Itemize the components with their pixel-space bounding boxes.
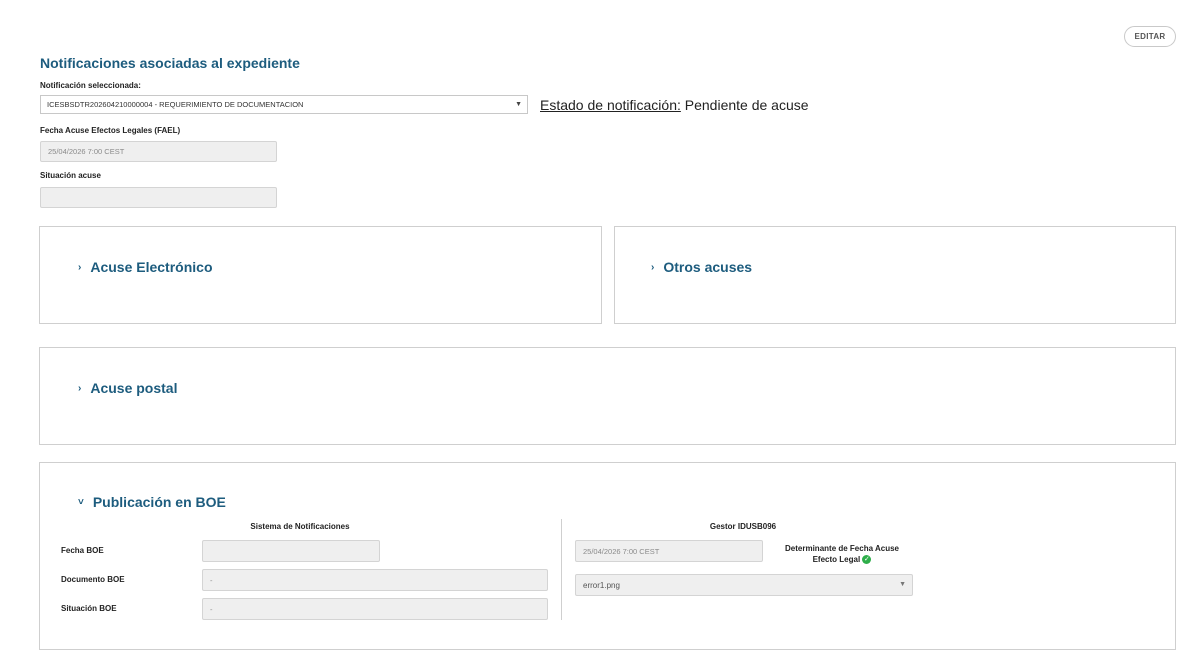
boe-toggle[interactable]: ˅ Publicación en BOE (78, 494, 226, 510)
fael-field: 25/04/2026 7:00 CEST (40, 141, 277, 162)
caret-down-icon: ▼ (899, 581, 906, 588)
otros-acuses-title: Otros acuses (663, 259, 753, 275)
check-circle-icon: ✓ (862, 555, 872, 565)
page-title: Notificaciones asociadas al expediente (40, 55, 300, 71)
caret-down-icon: ▼ (515, 101, 522, 108)
otros-acuses-toggle[interactable]: › Otros acuses (651, 259, 752, 275)
notification-select-value: ICESBSDTR202604210000004 - REQUERIMIENTO… (47, 100, 304, 109)
acuse-electronico-toggle[interactable]: › Acuse Electrónico (78, 259, 213, 275)
situacion-boe-field: - (202, 598, 548, 620)
documento-boe-label: Documento BOE (61, 575, 125, 584)
acuse-electronico-panel: › Acuse Electrónico (39, 226, 602, 324)
file-select-value: error1.png (583, 580, 620, 590)
chevron-right-icon: › (78, 382, 82, 394)
situacion-acuse-label: Situación acuse (40, 171, 101, 180)
determinante-line-2-wrap: Efecto Legal ✓ (762, 554, 922, 565)
determinante-label: Determinante de Fecha Acuse Efecto Legal… (762, 543, 922, 565)
gestor-fecha-value: 25/04/2026 7:00 CEST (583, 546, 660, 556)
notification-select[interactable]: ICESBSDTR202604210000004 - REQUERIMIENTO… (40, 95, 528, 114)
acuse-postal-panel: › Acuse postal (39, 347, 1176, 445)
determinante-line-1: Determinante de Fecha Acuse (785, 544, 899, 553)
fecha-boe-field (202, 540, 380, 562)
otros-acuses-panel: › Otros acuses (614, 226, 1176, 324)
notification-status: Estado de notificación: Pendiente de acu… (540, 97, 809, 113)
acuse-postal-toggle[interactable]: › Acuse postal (78, 380, 177, 396)
determinante-line-2: Efecto Legal (812, 555, 861, 564)
fecha-boe-label: Fecha BOE (61, 546, 104, 555)
gestor-fecha-field: 25/04/2026 7:00 CEST (575, 540, 763, 562)
edit-button[interactable]: EDITAR (1124, 26, 1176, 47)
boe-col-gestor: Gestor IDUSB096 (709, 522, 777, 531)
chevron-down-icon: ˅ (78, 496, 84, 508)
boe-col-sistema: Sistema de Notificaciones (250, 522, 350, 531)
situacion-boe-value: - (210, 604, 213, 614)
boe-title: Publicación en BOE (92, 494, 226, 510)
file-select[interactable]: error1.png ▼ (575, 574, 913, 596)
chevron-right-icon: › (651, 261, 655, 273)
notification-status-value: Pendiente de acuse (684, 97, 809, 113)
acuse-electronico-title: Acuse Electrónico (90, 259, 213, 275)
boe-divider (561, 519, 562, 620)
notification-status-label: Estado de notificación: (540, 97, 681, 113)
fael-value: 25/04/2026 7:00 CEST (48, 147, 125, 156)
chevron-right-icon: › (78, 261, 82, 273)
situacion-boe-label: Situación BOE (61, 604, 117, 613)
documento-boe-field: - (202, 569, 548, 591)
situacion-acuse-field (40, 187, 277, 208)
documento-boe-value: - (210, 575, 213, 585)
fael-label: Fecha Acuse Efectos Legales (FAEL) (40, 126, 181, 135)
acuse-postal-title: Acuse postal (90, 380, 178, 396)
notification-select-label: Notificación seleccionada: (40, 81, 141, 90)
